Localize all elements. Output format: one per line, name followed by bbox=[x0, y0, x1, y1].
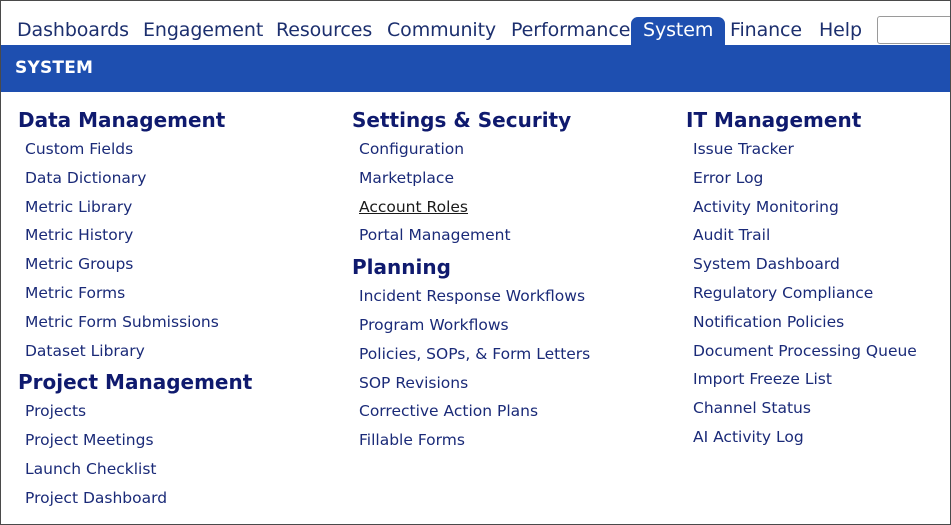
link-channel-status[interactable]: Channel Status bbox=[693, 394, 917, 423]
link-marketplace[interactable]: Marketplace bbox=[359, 164, 590, 193]
link-project-dashboard[interactable]: Project Dashboard bbox=[25, 484, 252, 513]
link-ai-activity-log[interactable]: AI Activity Log bbox=[693, 423, 917, 452]
section-heading: Data Management bbox=[18, 108, 226, 132]
banner-title: SYSTEM bbox=[15, 58, 94, 78]
menu-column-1: Data Management Custom Fields Data Dicti… bbox=[18, 105, 252, 513]
menu-column-3: IT Management Issue Tracker Error Log Ac… bbox=[686, 105, 917, 452]
section-project-management: Project Management Projects Project Meet… bbox=[18, 367, 252, 512]
section-it-management: IT Management Issue Tracker Error Log Ac… bbox=[686, 105, 917, 452]
nav-item-community[interactable]: Community bbox=[387, 17, 496, 43]
menu-column-2: Settings & Security Configuration Market… bbox=[352, 105, 590, 455]
link-system-dashboard[interactable]: System Dashboard bbox=[693, 250, 917, 279]
link-data-dictionary[interactable]: Data Dictionary bbox=[25, 164, 252, 193]
link-metric-forms[interactable]: Metric Forms bbox=[25, 279, 252, 308]
link-document-processing-queue[interactable]: Document Processing Queue bbox=[693, 337, 917, 366]
nav-item-system[interactable]: System bbox=[631, 17, 726, 45]
section-planning: Planning Incident Response Workflows Pro… bbox=[352, 252, 590, 455]
link-notification-policies[interactable]: Notification Policies bbox=[693, 308, 917, 337]
link-error-log[interactable]: Error Log bbox=[693, 164, 917, 193]
section-heading: Planning bbox=[352, 255, 451, 280]
nav-item-help[interactable]: Help bbox=[819, 17, 862, 43]
nav-item-finance[interactable]: Finance bbox=[730, 17, 802, 43]
section-heading: Project Management bbox=[18, 370, 253, 395]
link-account-roles[interactable]: Account Roles bbox=[359, 193, 590, 222]
link-metric-history[interactable]: Metric History bbox=[25, 221, 252, 250]
search-input[interactable] bbox=[877, 16, 950, 44]
section-data-management: Data Management Custom Fields Data Dicti… bbox=[18, 105, 252, 365]
nav-item-resources[interactable]: Resources bbox=[276, 17, 372, 43]
section-heading: IT Management bbox=[686, 108, 862, 132]
link-metric-groups[interactable]: Metric Groups bbox=[25, 250, 252, 279]
link-import-freeze-list[interactable]: Import Freeze List bbox=[693, 365, 917, 394]
link-policies-sops-form-letters[interactable]: Policies, SOPs, & Form Letters bbox=[359, 340, 590, 369]
system-menu-panel: Dashboards Engagement Resources Communit… bbox=[0, 0, 951, 525]
link-metric-form-submissions[interactable]: Metric Form Submissions bbox=[25, 308, 252, 337]
link-activity-monitoring[interactable]: Activity Monitoring bbox=[693, 193, 917, 222]
link-projects[interactable]: Projects bbox=[25, 397, 252, 426]
link-metric-library[interactable]: Metric Library bbox=[25, 193, 252, 222]
link-corrective-action-plans[interactable]: Corrective Action Plans bbox=[359, 397, 590, 426]
nav-item-engagement[interactable]: Engagement bbox=[143, 17, 263, 43]
link-program-workflows[interactable]: Program Workflows bbox=[359, 311, 590, 340]
link-regulatory-compliance[interactable]: Regulatory Compliance bbox=[693, 279, 917, 308]
link-launch-checklist[interactable]: Launch Checklist bbox=[25, 455, 252, 484]
nav-item-performance[interactable]: Performance bbox=[511, 17, 630, 43]
link-project-meetings[interactable]: Project Meetings bbox=[25, 426, 252, 455]
link-fillable-forms[interactable]: Fillable Forms bbox=[359, 426, 590, 455]
link-dataset-library[interactable]: Dataset Library bbox=[25, 337, 252, 366]
link-sop-revisions[interactable]: SOP Revisions bbox=[359, 369, 590, 398]
section-banner: SYSTEM bbox=[1, 45, 950, 92]
link-issue-tracker[interactable]: Issue Tracker bbox=[693, 135, 917, 164]
section-heading: Settings & Security bbox=[352, 108, 572, 132]
link-portal-management[interactable]: Portal Management bbox=[359, 221, 590, 250]
nav-item-dashboards[interactable]: Dashboards bbox=[17, 17, 129, 43]
link-incident-response-workflows[interactable]: Incident Response Workflows bbox=[359, 282, 590, 311]
link-custom-fields[interactable]: Custom Fields bbox=[25, 135, 252, 164]
link-audit-trail[interactable]: Audit Trail bbox=[693, 221, 917, 250]
top-navigation: Dashboards Engagement Resources Communit… bbox=[1, 1, 950, 45]
section-settings-security: Settings & Security Configuration Market… bbox=[352, 105, 590, 250]
link-configuration[interactable]: Configuration bbox=[359, 135, 590, 164]
